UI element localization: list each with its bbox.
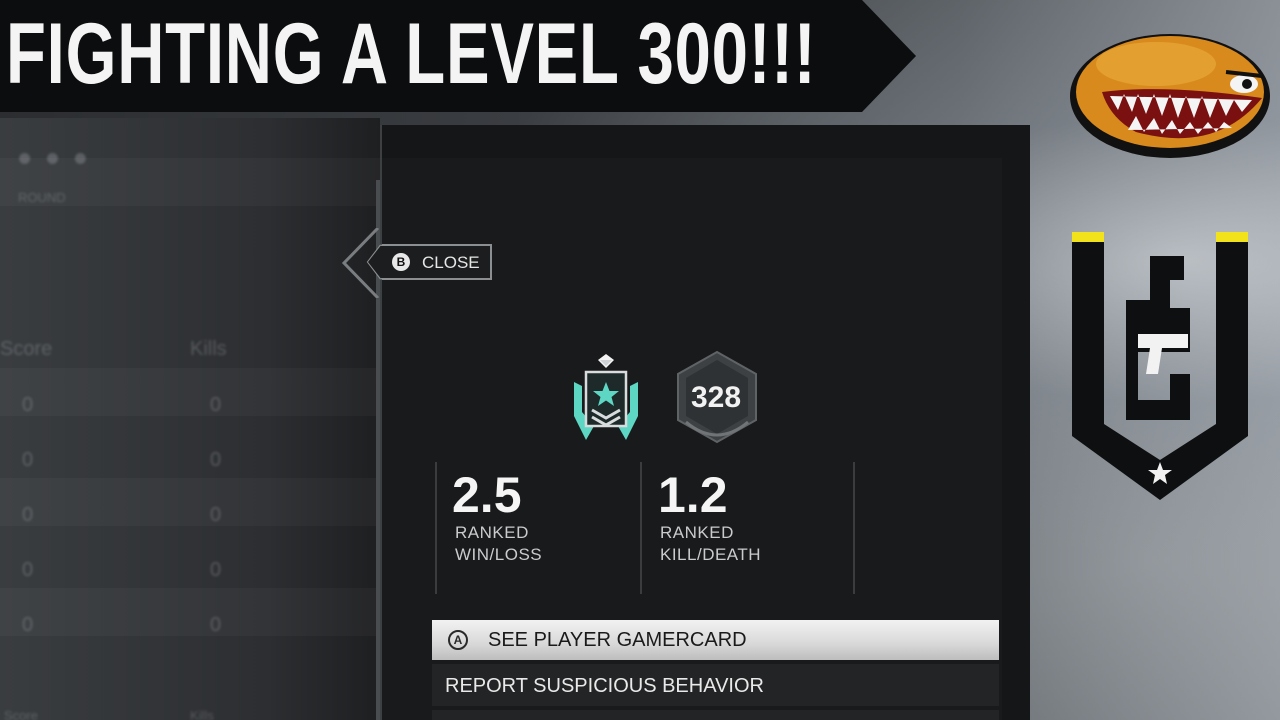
scoreboard-cell: 0	[210, 559, 222, 581]
kill-death-label-line1: RANKED	[660, 523, 734, 542]
title-banner: FIGHTING A LEVEL 300!!!	[0, 0, 916, 112]
scoreboard-cell: 0	[210, 504, 222, 526]
see-player-gamercard-label: SEE PLAYER GAMERCARD	[488, 629, 747, 651]
report-suspicious-behavior-label: REPORT SUSPICIOUS BEHAVIOR	[445, 675, 764, 697]
player-level: 328	[690, 381, 742, 414]
stat-divider	[435, 462, 437, 594]
scoreboard-cell: 0	[210, 614, 222, 636]
scoreboard-cell: 0	[22, 394, 34, 416]
stat-divider	[640, 462, 642, 594]
close-button-label: CLOSE	[422, 253, 480, 272]
scoreboard-cell: 0	[210, 394, 222, 416]
win-loss-label-line1: RANKED	[455, 523, 529, 542]
thumbnail-canvas: • • • ROUND Score Kills 0 0 0 0 0 0 0 0 …	[0, 0, 1280, 720]
scoreboard-col-kills: Kills	[190, 338, 227, 360]
shark-mouth-lemon-logo-icon	[1070, 34, 1270, 158]
scoreboard-footer-kills: Kills	[190, 708, 214, 720]
a-button-icon: A	[448, 630, 468, 650]
scoreboard-cell: 0	[22, 504, 34, 526]
menu-item-partial[interactable]	[432, 710, 999, 720]
scoreboard-ghost-heading: • • •	[18, 138, 90, 180]
scoreboard-cell: 0	[210, 449, 222, 471]
diamond-rank-icon	[574, 354, 638, 440]
scoreboard-background: • • • ROUND Score Kills 0 0 0 0 0 0 0 0 …	[0, 118, 380, 720]
title-text: FIGHTING A LEVEL 300!!!	[6, 6, 817, 102]
scoreboard-cell: 0	[22, 449, 34, 471]
scoreboard-cell: 0	[22, 559, 34, 581]
win-loss-label-line2: WIN/LOSS	[455, 545, 543, 564]
scoreboard-round-label: ROUND	[18, 190, 66, 205]
stat-divider	[853, 462, 855, 594]
rainbow-six-siege-logo-icon	[1072, 232, 1248, 500]
b-button-icon: B	[392, 253, 410, 271]
kill-death-label-line2: KILL/DEATH	[660, 545, 762, 564]
win-loss-value: 2.5	[452, 467, 522, 523]
scoreboard-footer-score: Score	[4, 708, 38, 720]
scoreboard-col-score: Score	[0, 338, 53, 360]
kill-death-value: 1.2	[658, 467, 728, 523]
scoreboard-cell: 0	[22, 614, 34, 636]
